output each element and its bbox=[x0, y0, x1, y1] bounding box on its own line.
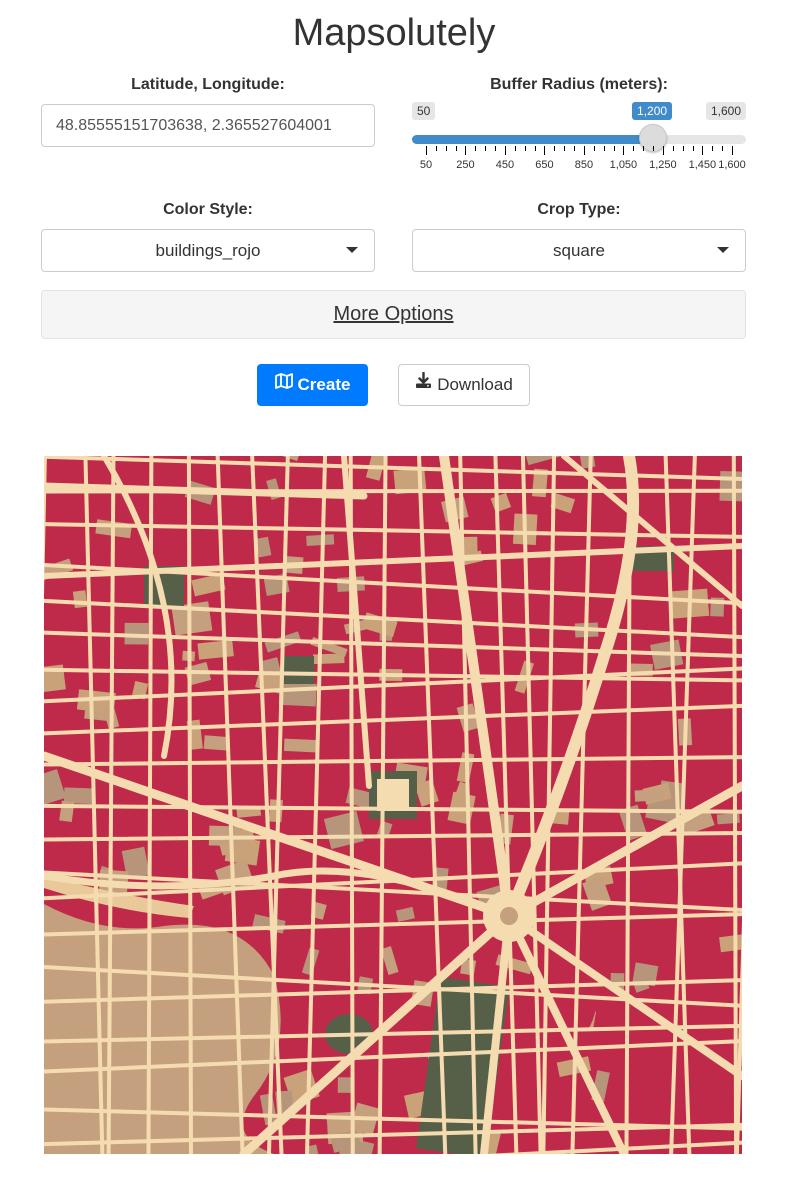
slider-major-tick bbox=[623, 146, 625, 155]
buffer-radius-slider[interactable]: 50 1,200 1,600 50 250 450 650 850 1,050 1,250 1… bbox=[412, 102, 746, 182]
more-options-toggle[interactable]: More Options bbox=[41, 290, 746, 339]
slider-minor-tick bbox=[554, 146, 556, 151]
latlon-label: Latitude, Longitude: bbox=[131, 76, 285, 93]
slider-track[interactable] bbox=[412, 135, 746, 144]
slider-minor-tick bbox=[722, 146, 724, 151]
slider-minor-tick bbox=[524, 146, 526, 151]
slider-minor-tick bbox=[435, 146, 437, 151]
slider-major-tick bbox=[504, 146, 506, 155]
slider-minor-tick bbox=[495, 146, 497, 151]
slider-minor-tick bbox=[633, 146, 635, 151]
slider-tick-label: 1,250 bbox=[649, 159, 677, 171]
create-button[interactable]: Create bbox=[257, 364, 368, 406]
map-preview bbox=[44, 456, 742, 1154]
slider-tick-label: 1,050 bbox=[609, 159, 638, 171]
slider-minor-tick bbox=[613, 146, 615, 151]
create-label: Create bbox=[297, 375, 351, 394]
map-icon bbox=[274, 364, 293, 404]
latlon-input[interactable]: 48.85555151703638, 2.365527604001 bbox=[41, 104, 375, 147]
slider-tick-label: 1,600 bbox=[718, 159, 746, 171]
download-label: Download bbox=[437, 375, 513, 394]
slider-major-tick bbox=[732, 146, 733, 155]
slider-minor-tick bbox=[564, 146, 566, 151]
slider-minor-tick bbox=[603, 146, 605, 151]
map-image bbox=[44, 456, 742, 1154]
slider-min-label: 50 bbox=[412, 102, 436, 120]
slider-minor-tick bbox=[672, 146, 674, 151]
slider-tick-label: 250 bbox=[456, 159, 475, 171]
slider-current-value: 1,200 bbox=[632, 102, 673, 120]
buffer-radius-label: Buffer Radius (meters): bbox=[490, 76, 668, 93]
slider-max-label: 1,600 bbox=[705, 102, 746, 120]
slider-minor-tick bbox=[653, 146, 655, 151]
slider-minor-tick bbox=[712, 146, 714, 151]
slider-tick-label: 650 bbox=[535, 159, 554, 171]
crop-type-value: square bbox=[553, 241, 605, 260]
slider-tick-label: 1,450 bbox=[688, 159, 717, 171]
slider-minor-tick bbox=[514, 146, 516, 151]
slider-minor-tick bbox=[692, 146, 694, 151]
slider-minor-tick bbox=[682, 146, 684, 151]
slider-major-tick bbox=[426, 146, 427, 155]
chevron-down-icon bbox=[717, 247, 729, 253]
slider-major-tick bbox=[465, 146, 467, 155]
slider-minor-tick bbox=[485, 146, 487, 151]
slider-minor-tick bbox=[475, 146, 477, 151]
slider-fill bbox=[412, 135, 654, 144]
app-title: Mapsolutely bbox=[292, 12, 496, 54]
download-icon bbox=[415, 364, 432, 404]
color-style-label: Color Style: bbox=[163, 201, 253, 218]
slider-minor-tick bbox=[574, 146, 576, 151]
slider-major-tick bbox=[544, 146, 546, 155]
crop-type-label: Crop Type: bbox=[537, 201, 621, 218]
slider-major-tick bbox=[583, 146, 585, 155]
slider-tick-label: 850 bbox=[574, 159, 594, 171]
slider-major-tick bbox=[702, 146, 704, 155]
more-options-label: More Options bbox=[333, 303, 454, 325]
color-style-value: buildings_rojo bbox=[155, 241, 261, 260]
color-style-select[interactable]: buildings_rojo bbox=[41, 229, 375, 272]
slider-major-tick bbox=[662, 146, 664, 155]
slider-minor-tick bbox=[445, 146, 447, 151]
chevron-down-icon bbox=[346, 247, 358, 253]
slider-tick-label: 450 bbox=[495, 159, 515, 171]
slider-minor-tick bbox=[534, 146, 536, 151]
slider-tick-label: 50 bbox=[419, 159, 433, 171]
download-button[interactable]: Download bbox=[398, 364, 530, 406]
slider-minor-tick bbox=[593, 146, 595, 151]
slider-minor-tick bbox=[643, 146, 645, 151]
slider-minor-tick bbox=[455, 146, 457, 151]
crop-type-select[interactable]: square bbox=[412, 229, 746, 272]
